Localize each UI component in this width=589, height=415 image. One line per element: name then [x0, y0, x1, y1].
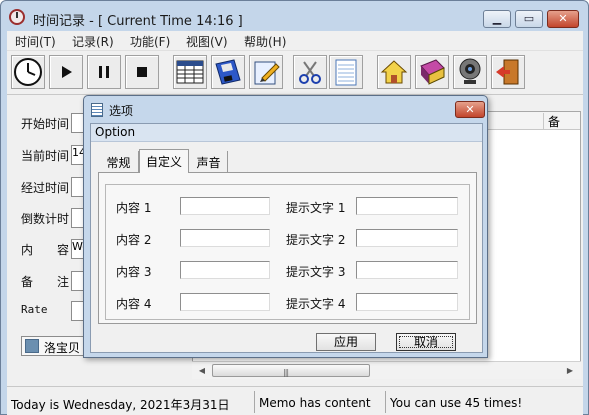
book-button[interactable]	[415, 55, 449, 89]
menu-view[interactable]: 视图(V)	[186, 33, 228, 50]
current-time-label: 当前时间	[21, 149, 70, 163]
dialog-body: Option 常规 自定义 声音 内容 1 提示文字 1 内容 2 提示文字 2…	[90, 123, 483, 353]
horizontal-scrollbar[interactable]: ◀ ||| ▶	[192, 361, 581, 379]
memo-label: 备 注	[21, 275, 70, 289]
stop-icon	[137, 67, 147, 77]
status-bar: Today is Wednesday, 2021年3月31日 Memo has …	[7, 386, 583, 415]
scroll-left-icon[interactable]: ◀	[194, 363, 210, 378]
close-button[interactable]: ✕	[547, 10, 579, 28]
elapsed-time-label: 经过时间	[21, 181, 70, 195]
exit-button[interactable]	[491, 55, 525, 89]
rate-label: Rate	[21, 303, 48, 316]
book-icon	[420, 59, 445, 85]
tab-general[interactable]: 常规	[99, 151, 139, 172]
notepad-icon	[335, 59, 357, 86]
hint-4-label: 提示文字 4	[286, 297, 346, 311]
exit-icon	[496, 59, 519, 85]
status-date: Today is Wednesday, 2021年3月31日	[11, 398, 230, 412]
title-bar[interactable]: 时间记录 - [ Current Time 14:16 ] ▁ ▭ ✕	[1, 1, 588, 31]
hint-3-input[interactable]	[356, 261, 458, 279]
edit-button[interactable]	[249, 55, 283, 89]
pause-icon	[99, 66, 109, 78]
status-usage: You can use 45 times!	[385, 391, 565, 413]
hint-1-label: 提示文字 1	[286, 201, 346, 215]
home-button[interactable]	[377, 55, 411, 89]
hint-2-input[interactable]	[356, 229, 458, 247]
scroll-thumb[interactable]: |||	[212, 364, 370, 377]
menu-function[interactable]: 功能(F)	[130, 33, 170, 50]
close-icon: ✕	[465, 103, 475, 116]
hint-4-input[interactable]	[356, 293, 458, 311]
hint-3-label: 提示文字 3	[286, 265, 346, 279]
table-icon	[176, 60, 204, 84]
edit-icon	[254, 61, 280, 85]
pause-button[interactable]	[87, 55, 121, 89]
user-avatar-icon	[25, 339, 39, 353]
cut-button[interactable]	[293, 55, 327, 89]
countdown-label: 倒数计时	[21, 212, 70, 226]
dialog-title: 选项	[109, 104, 134, 118]
scissors-icon	[299, 61, 321, 84]
menu-record[interactable]: 记录(R)	[72, 33, 114, 50]
notepad-button[interactable]	[329, 55, 363, 89]
toolbar	[7, 51, 583, 95]
clock-icon	[14, 58, 42, 86]
scroll-right-icon[interactable]: ▶	[562, 363, 578, 378]
status-memo: Memo has content	[254, 391, 384, 413]
play-button[interactable]	[49, 55, 83, 89]
custom-fields-group: 内容 1 提示文字 1 内容 2 提示文字 2 内容 3 提示文字 3 内容 4…	[105, 184, 470, 320]
home-icon	[380, 60, 408, 84]
hint-2-label: 提示文字 2	[286, 233, 346, 247]
user-name: 洛宝贝	[44, 341, 81, 355]
hint-1-input[interactable]	[356, 197, 458, 215]
stop-button[interactable]	[125, 55, 159, 89]
webcam-button[interactable]	[453, 55, 487, 89]
close-icon: ✕	[558, 12, 568, 25]
minimize-icon: ▁	[492, 12, 502, 25]
webcam-icon	[459, 58, 481, 84]
table-button[interactable]	[173, 55, 207, 89]
grip-icon: |||	[283, 368, 289, 377]
menu-help[interactable]: 帮助(H)	[244, 33, 286, 50]
clock-button[interactable]	[11, 55, 45, 89]
dialog-close-button[interactable]: ✕	[455, 101, 485, 118]
save-button[interactable]	[211, 55, 245, 89]
custom-tab-panel: 内容 1 提示文字 1 内容 2 提示文字 2 内容 3 提示文字 3 内容 4…	[98, 172, 477, 324]
menu-bar: 时间(T) 记录(R) 功能(F) 视图(V) 帮助(H)	[7, 31, 583, 51]
content-1-input[interactable]	[180, 197, 270, 215]
content-1-label: 内容 1	[116, 201, 152, 215]
content-4-label: 内容 4	[116, 297, 152, 311]
floppy-save-icon	[215, 59, 241, 85]
play-icon	[62, 66, 72, 78]
content-label: 内 容	[21, 243, 70, 257]
tab-sound[interactable]: 声音	[190, 151, 228, 172]
option-header: Option	[91, 124, 482, 142]
list-icon	[91, 103, 103, 117]
grid-column-memo[interactable]: 备	[543, 113, 560, 129]
user-item[interactable]: 洛宝贝	[21, 336, 85, 356]
cancel-button[interactable]: 取消	[396, 333, 456, 351]
content-2-input[interactable]	[180, 229, 270, 247]
content-3-label: 内容 3	[116, 265, 152, 279]
content-4-input[interactable]	[180, 293, 270, 311]
options-dialog: 选项 ✕ Option 常规 自定义 声音 内容 1 提示文字 1 内容 2 提…	[83, 95, 488, 358]
content-2-label: 内容 2	[116, 233, 152, 247]
option-header-label: Option	[95, 125, 136, 139]
minimize-button[interactable]: ▁	[483, 10, 511, 28]
start-time-label: 开始时间	[21, 117, 70, 131]
content-3-input[interactable]	[180, 261, 270, 279]
tab-custom[interactable]: 自定义	[139, 149, 189, 173]
maximize-button[interactable]: ▭	[515, 10, 543, 28]
window-title: 时间记录 - [ Current Time 14:16 ]	[33, 14, 243, 29]
apply-button[interactable]: 应用	[316, 333, 376, 351]
clock-app-icon	[9, 9, 25, 25]
menu-time[interactable]: 时间(T)	[15, 33, 56, 50]
maximize-icon: ▭	[523, 12, 535, 25]
